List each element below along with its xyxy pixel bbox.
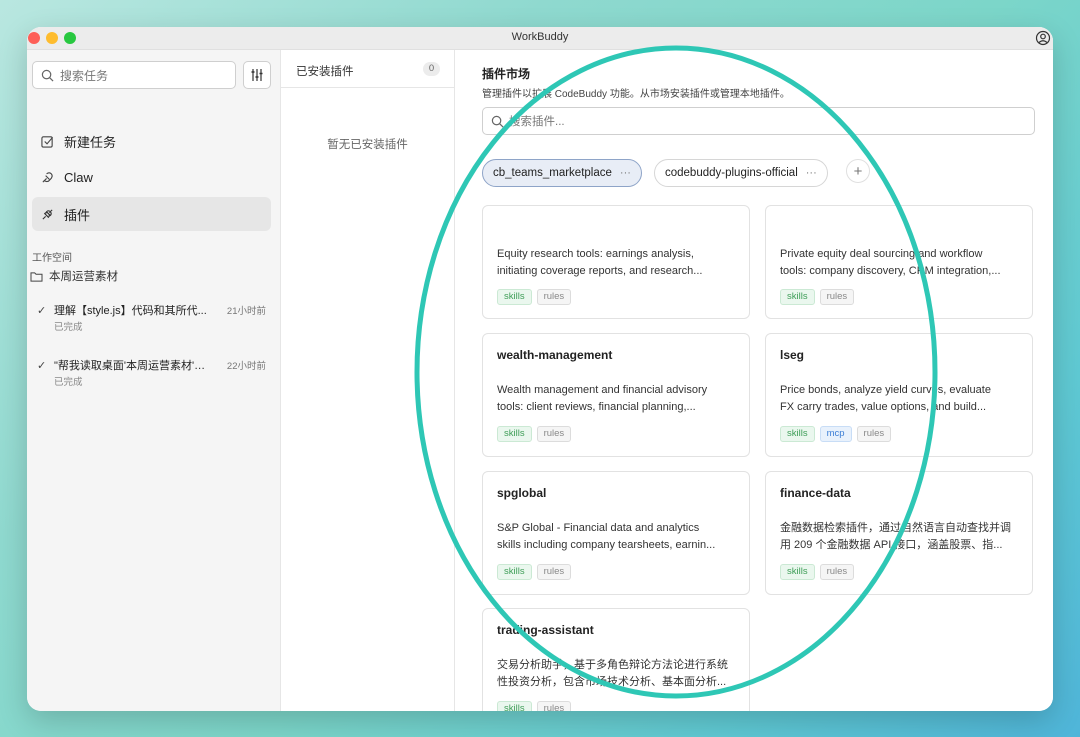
- workspace-label: 工作空间: [32, 253, 72, 264]
- account-icon[interactable]: [1035, 30, 1051, 46]
- plugin-desc-line: Wealth management and financial advisory: [497, 384, 708, 396]
- task-time: 21小时前: [226, 306, 266, 317]
- plugin-desc-line: 性投资分析，包含市场技术分析、基本面分析...: [497, 676, 727, 688]
- plugin-card-lseg[interactable]: lseg Price bonds, analyze yield curves, …: [765, 333, 1033, 457]
- tab-label: cb_teams_marketplace: [493, 167, 612, 179]
- plugin-card-wealth-management[interactable]: wealth-management Wealth management and …: [482, 333, 750, 457]
- search-icon: [41, 69, 54, 81]
- tag-skills: skills: [497, 426, 532, 442]
- window-title: WorkBuddy: [511, 31, 569, 43]
- market-description: 管理插件以扩展 CodeBuddy 功能。从市场安装插件或管理本地插件。: [482, 89, 790, 100]
- task-title: "帮我读取桌面'本周运营素材'文...: [54, 360, 214, 372]
- plugin-desc-line: skills including company tearsheets, ear…: [497, 539, 716, 551]
- market-title: 插件市场: [482, 67, 531, 81]
- tab-codebuddy-plugins-official[interactable]: codebuddy-plugins-official ···: [654, 159, 828, 187]
- plugin-card[interactable]: Equity research tools: earnings analysis…: [482, 205, 750, 319]
- task-search-input[interactable]: 搜索任务: [32, 61, 236, 89]
- task-status: 已完成: [54, 377, 83, 388]
- installed-plugins-panel: 已安装插件 0 暂无已安装插件: [281, 50, 455, 711]
- more-icon[interactable]: ···: [806, 167, 817, 179]
- plugin-desc-line: Price bonds, analyze yield curves, evalu…: [780, 384, 991, 396]
- tag-skills: skills: [780, 426, 815, 442]
- add-marketplace-button[interactable]: +: [846, 159, 870, 183]
- plugin-desc-line: 金融数据检索插件，通过自然语言自动查找并调: [780, 522, 1011, 534]
- plugin-desc-line: 交易分析助手，基于多角色辩论方法论进行系统: [497, 659, 728, 671]
- tag-skills: skills: [780, 289, 815, 305]
- plugin-name: finance-data: [780, 486, 851, 500]
- tag-skills: skills: [497, 564, 532, 580]
- sidebar-item-label: 新建任务: [64, 134, 117, 150]
- search-icon: [491, 115, 504, 127]
- plugin-name: lseg: [780, 348, 805, 362]
- tag-mcp: mcp: [819, 426, 852, 442]
- plugin-desc-line: initiating coverage reports, and researc…: [497, 265, 703, 277]
- plugin-card-spglobal[interactable]: spglobal S&P Global - Financial data and…: [482, 471, 750, 595]
- task-time: 22小时前: [226, 361, 266, 372]
- tag-rules: rules: [536, 564, 572, 580]
- folder-name: 本周运营素材: [49, 271, 118, 283]
- plugin-market: 插件市场 管理插件以扩展 CodeBuddy 功能。从市场安装插件或管理本地插件…: [455, 50, 1053, 711]
- check-icon: ✓: [37, 305, 47, 317]
- plugin-desc-line: Private equity deal sourcing and workflo…: [780, 248, 983, 260]
- installed-header: 已安装插件 0: [281, 50, 454, 88]
- task-status: 已完成: [54, 322, 83, 333]
- task-title: 理解【style.js】代码和其所代...: [54, 305, 207, 317]
- claw-icon: [42, 171, 53, 183]
- tag-rules: rules: [856, 426, 892, 442]
- plugin-desc-line: S&P Global - Financial data and analytic…: [497, 522, 700, 534]
- plugin-desc-line: tools: company discovery, CRM integratio…: [780, 265, 1001, 277]
- sidebar: 搜索任务 新建任务 Claw 插件 工作空间 本周运营素材 ✓ 理解【style…: [27, 50, 281, 711]
- plugin-card-trading-assistant[interactable]: trading-assistant 交易分析助手，基于多角色辩论方法论进行系统 …: [482, 608, 750, 711]
- tag-rules: rules: [536, 701, 572, 711]
- sidebar-item-new-task[interactable]: 新建任务: [32, 124, 271, 158]
- installed-empty-text: 暂无已安装插件: [327, 139, 408, 151]
- tab-label: codebuddy-plugins-official: [665, 167, 798, 179]
- tag-rules: rules: [536, 426, 572, 442]
- check-icon: ✓: [37, 360, 47, 372]
- filter-button[interactable]: [243, 61, 271, 89]
- edit-icon: [41, 135, 54, 148]
- plugin-name: spglobal: [497, 486, 547, 500]
- task-search-placeholder: 搜索任务: [60, 68, 109, 83]
- plugin-name: wealth-management: [497, 348, 613, 362]
- installed-label: 已安装插件: [296, 66, 354, 78]
- workspace-folder[interactable]: 本周运营素材: [30, 268, 118, 284]
- tab-cb-teams-marketplace[interactable]: cb_teams_marketplace ···: [482, 159, 642, 187]
- tag-rules: rules: [819, 564, 855, 580]
- installed-count-badge: 0: [423, 62, 440, 76]
- plugin-desc-line: Equity research tools: earnings analysis…: [497, 248, 694, 260]
- more-icon[interactable]: ···: [620, 167, 631, 179]
- tag-rules: rules: [536, 289, 572, 305]
- plugin-search-input[interactable]: 搜索插件...: [482, 107, 1035, 135]
- plugin-card[interactable]: Private equity deal sourcing and workflo…: [765, 205, 1033, 319]
- sidebar-item-plugins[interactable]: 插件: [32, 197, 271, 231]
- title-bar: WorkBuddy: [27, 27, 1053, 50]
- app-window: WorkBuddy 搜索任务 新建任务 Claw 插件 工作空间 本周运营素材 …: [27, 27, 1053, 711]
- tag-skills: skills: [497, 289, 532, 305]
- tag-skills: skills: [497, 701, 532, 711]
- plugin-desc-line: FX carry trades, value options, and buil…: [780, 401, 987, 413]
- tag-skills: skills: [780, 564, 815, 580]
- plugin-search-placeholder: 搜索插件...: [509, 116, 565, 128]
- folder-icon: [30, 271, 43, 282]
- sliders-icon: [251, 69, 263, 81]
- plugin-desc-line: 用 209 个金融数据 API 接口，涵盖股票、指...: [780, 539, 1003, 551]
- sidebar-item-label: Claw: [64, 169, 93, 185]
- plugin-card-finance-data[interactable]: finance-data 金融数据检索插件，通过自然语言自动查找并调 用 209…: [765, 471, 1033, 595]
- sidebar-item-label: 插件: [64, 207, 91, 223]
- plugin-icon: [42, 208, 53, 220]
- tag-rules: rules: [819, 289, 855, 305]
- sidebar-item-claw[interactable]: Claw: [32, 160, 271, 194]
- plugin-desc-line: tools: client reviews, financial plannin…: [497, 401, 696, 413]
- plugin-name: trading-assistant: [497, 623, 594, 637]
